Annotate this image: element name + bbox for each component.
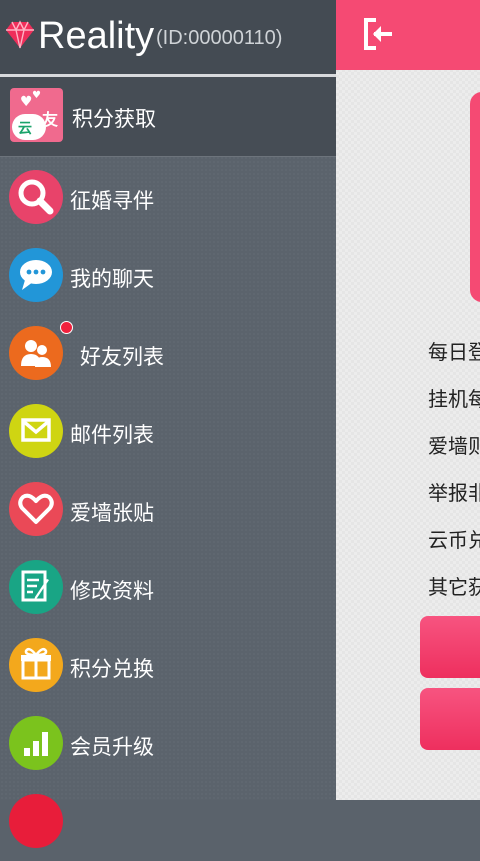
menu-item-label: 征婚寻伴 xyxy=(70,189,154,213)
action-button-2[interactable] xyxy=(420,688,480,750)
menu-item-label: 我的聊天 xyxy=(70,267,154,291)
exit-icon[interactable] xyxy=(362,17,396,51)
mail-icon xyxy=(9,404,63,458)
content-card xyxy=(470,92,480,302)
menu-item-label: 积分兑换 xyxy=(70,657,154,681)
menu-item-marriage-search[interactable]: 征婚寻伴 xyxy=(0,159,336,237)
menu-item-love-wall[interactable]: 爱墙张贴 xyxy=(0,471,336,549)
info-line: 挂机每 xyxy=(428,387,480,411)
action-button-1[interactable] xyxy=(420,616,480,678)
info-line: 云币兑 xyxy=(428,528,480,552)
menu-item-label: 修改资料 xyxy=(70,579,154,603)
content-header xyxy=(336,0,480,70)
menu-item-partial[interactable] xyxy=(0,783,336,861)
menu-item-membership-upgrade[interactable]: 会员升级 xyxy=(0,705,336,783)
info-line: 爱墙则 xyxy=(428,434,480,458)
info-line: 其它获 xyxy=(428,575,480,599)
next-item-icon xyxy=(9,794,63,848)
info-line: 每日登 xyxy=(428,340,480,364)
menu-item-label: 积分获取 xyxy=(72,107,156,131)
main-content-panel: 每日登 挂机每 爱墙则 举报非 云币兑 其它获 xyxy=(336,0,480,800)
app-logo-icon: ♥ ♥ 云 友 xyxy=(10,88,63,142)
menu-item-friend-list[interactable]: 好友列表 xyxy=(0,315,336,393)
level-icon xyxy=(9,716,63,770)
menu-item-points[interactable]: ♥ ♥ 云 友 积分获取 xyxy=(0,77,336,157)
notification-badge xyxy=(60,321,73,334)
menu-item-label: 邮件列表 xyxy=(70,423,154,447)
menu-item-label: 会员升级 xyxy=(70,735,154,759)
menu-item-points-exchange[interactable]: 积分兑换 xyxy=(0,627,336,705)
edit-icon xyxy=(9,560,63,614)
friends-icon xyxy=(9,326,63,380)
menu-item-label: 爱墙张贴 xyxy=(70,501,154,525)
info-line: 举报非 xyxy=(428,481,480,505)
diamond-icon xyxy=(6,20,34,49)
menu-item-edit-profile[interactable]: 修改资料 xyxy=(0,549,336,627)
menu-item-mail-list[interactable]: 邮件列表 xyxy=(0,393,336,471)
drawer-header: Reality (ID:00000110) xyxy=(0,0,336,77)
menu-item-label: 好友列表 xyxy=(80,345,164,369)
app-title: Reality xyxy=(38,15,155,57)
logo-char: 云 xyxy=(18,121,32,137)
heart-icon xyxy=(9,482,63,536)
logo-char: 友 xyxy=(42,110,59,129)
navigation-drawer: Reality (ID:00000110) ♥ ♥ 云 友 积分获取 征婚寻伴 … xyxy=(0,0,336,848)
menu-item-my-chat[interactable]: 我的聊天 xyxy=(0,237,336,315)
search-icon xyxy=(9,170,63,224)
chat-icon xyxy=(9,248,63,302)
user-id: (ID:00000110) xyxy=(156,27,283,49)
gift-icon xyxy=(9,638,63,692)
